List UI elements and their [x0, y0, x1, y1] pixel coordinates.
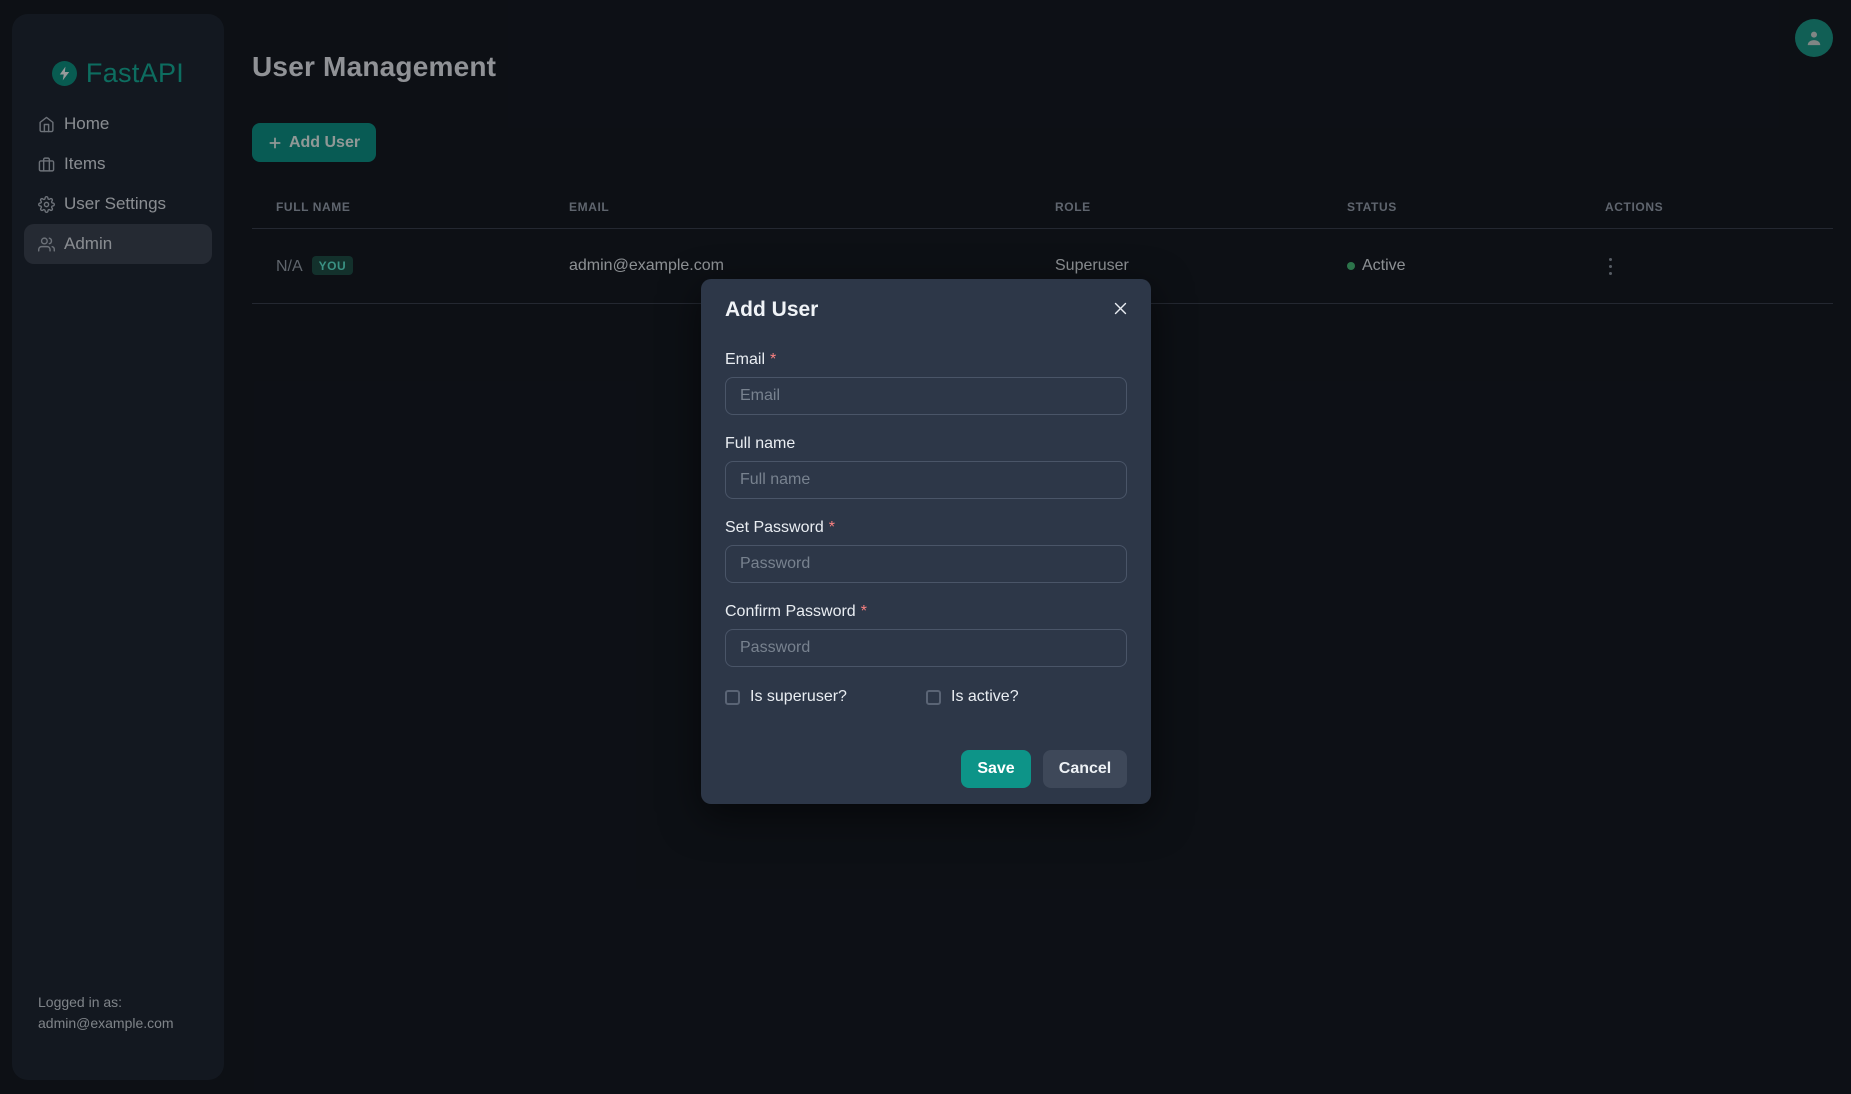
checkbox-icon — [725, 690, 740, 705]
modal-title: Add User — [725, 295, 1127, 322]
set-password-field-group: Set Password * — [725, 519, 1127, 603]
close-icon — [1113, 301, 1128, 316]
is-active-label: Is active? — [951, 688, 1019, 706]
cancel-button[interactable]: Cancel — [1043, 750, 1127, 788]
email-field-group: Email * — [725, 351, 1127, 435]
confirm-password-field-group: Confirm Password * — [725, 603, 1127, 687]
is-superuser-label: Is superuser? — [750, 688, 847, 706]
modal-close-button[interactable] — [1103, 291, 1137, 325]
save-button[interactable]: Save — [961, 750, 1031, 788]
checkbox-icon — [926, 690, 941, 705]
modal-footer: Save Cancel — [725, 750, 1127, 788]
required-asterisk: * — [861, 603, 867, 620]
set-password-field-label: Set Password — [725, 519, 824, 536]
is-active-checkbox[interactable]: Is active? — [926, 688, 1127, 706]
modal-checkbox-row: Is superuser? Is active? — [725, 688, 1127, 706]
required-asterisk: * — [829, 519, 835, 536]
full-name-field-label: Full name — [725, 435, 795, 452]
full-name-field-group: Full name — [725, 435, 1127, 519]
full-name-input[interactable] — [725, 461, 1127, 499]
required-asterisk: * — [770, 351, 776, 368]
email-input[interactable] — [725, 377, 1127, 415]
confirm-password-input[interactable] — [725, 629, 1127, 667]
set-password-input[interactable] — [725, 545, 1127, 583]
add-user-modal: Add User Email* Full name Set Password* … — [701, 279, 1151, 804]
confirm-password-field-label: Confirm Password — [725, 603, 856, 620]
is-superuser-checkbox[interactable]: Is superuser? — [725, 688, 926, 706]
email-field-label: Email — [725, 351, 765, 368]
